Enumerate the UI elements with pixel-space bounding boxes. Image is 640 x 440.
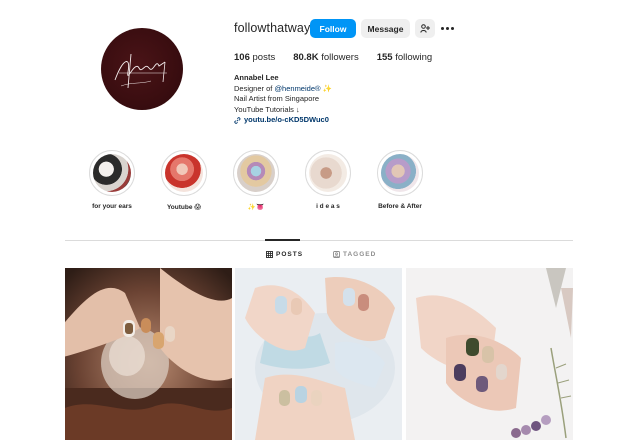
highlight-cover bbox=[309, 154, 347, 192]
highlight-item[interactable]: for your ears bbox=[82, 150, 142, 210]
posts-label: posts bbox=[249, 52, 276, 63]
highlight-item[interactable]: ✨👅 bbox=[226, 150, 286, 211]
highlight-item[interactable]: Before & After bbox=[370, 150, 430, 210]
followers-stat[interactable]: 80.8K followers bbox=[293, 52, 358, 63]
profile-stats: 106 posts 80.8K followers 155 following bbox=[234, 52, 450, 63]
bio-name: Annabel Lee bbox=[234, 73, 279, 82]
posts-stat: 106 posts bbox=[234, 52, 275, 63]
highlight-item[interactable]: i d e a s bbox=[298, 150, 358, 210]
profile-avatar[interactable] bbox=[101, 28, 183, 110]
highlight-label: for your ears bbox=[92, 203, 132, 210]
link-icon bbox=[234, 116, 241, 124]
profile-bio: Annabel Lee Designer of @henmeide® ✨ Nai… bbox=[234, 73, 332, 126]
highlight-label: Youtube 😱 bbox=[166, 204, 202, 211]
post-grid bbox=[65, 268, 573, 440]
grid-icon bbox=[266, 251, 273, 258]
highlight-cover bbox=[165, 154, 203, 192]
bio-external-link[interactable]: youtu.be/o-cKD5DWuc0 bbox=[234, 115, 332, 126]
bio-mention-link[interactable]: @henmeide® bbox=[274, 84, 320, 93]
highlight-cover bbox=[381, 154, 419, 192]
post-image bbox=[65, 268, 232, 440]
message-button[interactable]: Message bbox=[361, 19, 410, 38]
post-image bbox=[235, 268, 402, 440]
highlight-cover bbox=[237, 154, 275, 192]
suggested-accounts-button[interactable] bbox=[415, 19, 435, 38]
follow-button[interactable]: Follow bbox=[310, 19, 356, 38]
post-image bbox=[406, 268, 573, 440]
profile-username: followthatway bbox=[234, 21, 311, 35]
more-options-icon[interactable] bbox=[440, 21, 454, 35]
bio-link-text: youtu.be/o-cKD5DWuc0 bbox=[244, 115, 329, 124]
post-thumbnail[interactable] bbox=[406, 268, 573, 440]
signature-logo bbox=[114, 53, 167, 89]
highlight-cover bbox=[93, 154, 131, 192]
posts-count: 106 bbox=[234, 52, 250, 63]
following-stat[interactable]: 155 following bbox=[377, 52, 432, 63]
highlight-label: Before & After bbox=[378, 203, 422, 210]
followers-count: 80.8K bbox=[293, 52, 319, 63]
post-thumbnail[interactable] bbox=[65, 268, 232, 440]
bio-line-3: YouTube Tutorials ↓ bbox=[234, 104, 300, 114]
add-person-icon bbox=[420, 24, 430, 33]
tab-tagged-label: TAGGED bbox=[343, 251, 377, 258]
bio-designer-prefix: Designer of bbox=[234, 83, 275, 93]
active-tab-indicator bbox=[265, 239, 300, 241]
followers-label: followers bbox=[318, 52, 359, 63]
tab-tagged[interactable]: TAGGED bbox=[333, 251, 376, 258]
tab-posts[interactable]: POSTS bbox=[266, 251, 303, 258]
tabs-divider bbox=[65, 240, 573, 241]
highlight-label: ✨👅 bbox=[247, 204, 265, 211]
highlight-label: i d e a s bbox=[316, 203, 340, 210]
bio-designer-suffix: ✨ bbox=[320, 83, 332, 93]
tagged-icon bbox=[333, 251, 340, 258]
tab-posts-label: POSTS bbox=[276, 251, 304, 258]
following-label: following bbox=[392, 52, 433, 63]
post-thumbnail[interactable] bbox=[235, 268, 402, 440]
following-count: 155 bbox=[376, 52, 393, 63]
bio-line-2: Nail Artist from Singapore bbox=[234, 94, 320, 103]
highlight-item[interactable]: Youtube 😱 bbox=[154, 150, 214, 211]
bio-designer-line: Designer of @henmeide® ✨ bbox=[234, 84, 332, 95]
